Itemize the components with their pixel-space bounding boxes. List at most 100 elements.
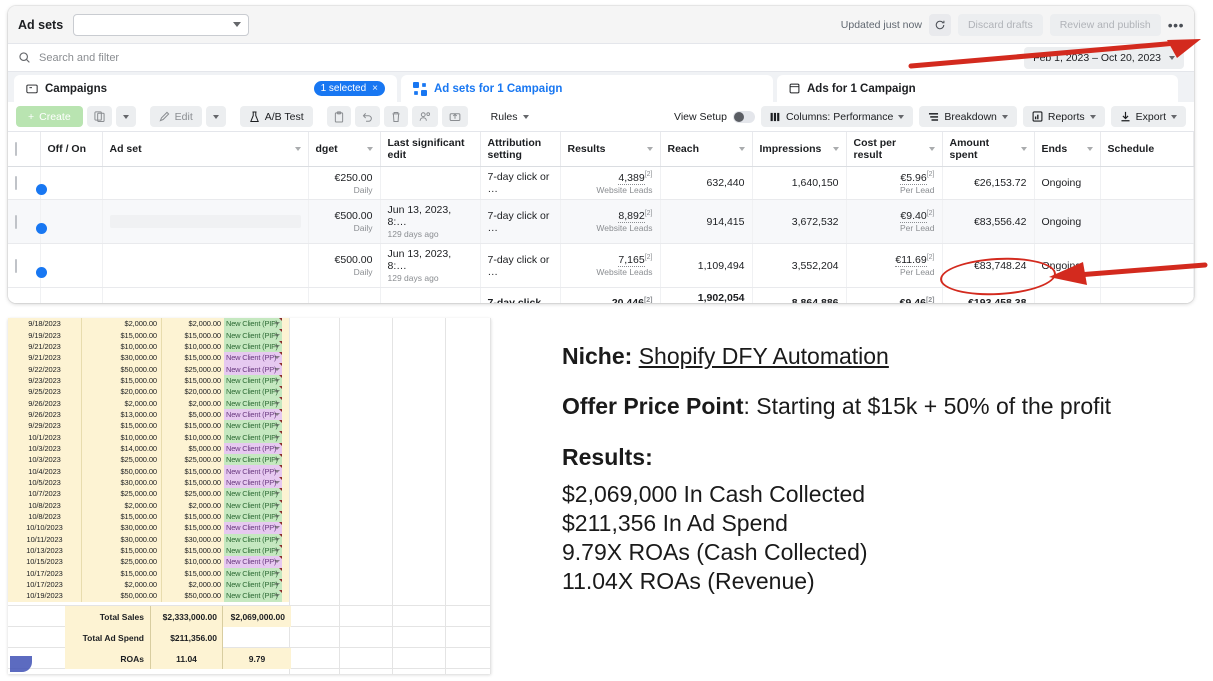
cell-client-type[interactable]: New Client (PP) [224,522,282,534]
row-checkbox[interactable] [15,258,17,273]
spreadsheet-row[interactable]: 10/3/2023 $14,000.00 $5,000.00 New Client (… [8,442,289,455]
copy-button[interactable] [326,106,351,127]
row-checkbox-cell[interactable] [8,166,41,200]
spreadsheet-row[interactable]: 10/15/2023 $25,000.00 $10,000.00 New Client… [8,556,289,568]
tab-ads[interactable]: Ads for 1 Campaign [777,75,1178,102]
row-toggle-cell[interactable] [40,199,103,244]
row-toggle-cell[interactable] [40,166,103,200]
row-toggle-cell[interactable] [40,243,103,288]
spreadsheet-row[interactable]: 10/19/2023 $50,000.00 $50,000.00 New Client… [8,590,289,602]
cell-client-type[interactable]: New Client (PIF) [224,567,282,579]
spreadsheet-row[interactable]: 10/5/2023 $30,000.00 $15,000.00 New Client … [8,476,289,489]
cell-client-type[interactable]: New Client (PIF) [224,454,282,466]
spreadsheet-row[interactable]: 9/25/2023 $20,000.00 $20,000.00 New Client … [8,386,289,398]
refresh-button[interactable] [928,13,951,36]
spreadsheet-row[interactable]: 10/8/2023 $2,000.00 $2,000.00 New Client (P… [8,499,289,511]
col-results[interactable]: Results [560,132,661,167]
export-ads-button[interactable] [441,106,468,127]
cell-client-type[interactable]: New Client (PIF) [224,499,282,511]
undo-button[interactable] [354,106,380,127]
search-input[interactable]: Search and filter [39,52,119,64]
col-cost-per-result[interactable]: Cost per result [846,132,943,167]
spreadsheet-row[interactable]: 9/29/2023 $15,000.00 $15,000.00 New Client … [8,420,289,432]
spreadsheet-row[interactable]: 9/21/2023 $10,000.00 $10,000.00 New Client … [8,340,289,353]
col-impressions[interactable]: Impressions [752,132,847,167]
audience-button[interactable] [411,106,438,127]
spreadsheet-row[interactable]: 9/19/2023 $15,000.00 $15,000.00 New Client … [8,329,289,341]
view-setup-toggle[interactable]: View Setup [674,110,755,123]
spreadsheet-row[interactable]: 9/21/2023 $30,000.00 $15,000.00 New Client … [8,352,289,364]
tab-adsets[interactable]: Ad sets for 1 Campaign [401,75,773,102]
columns-button[interactable]: Columns: Performance [760,106,914,127]
spreadsheet-row[interactable]: 9/26/2023 $2,000.00 $2,000.00 New Client (P… [8,397,289,409]
ab-test-button[interactable]: A/B Test [239,106,313,127]
spreadsheet-row[interactable]: 10/3/2023 $25,000.00 $25,000.00 New Client … [8,454,289,466]
spreadsheet-row[interactable]: 10/17/2023 $2,000.00 $2,000.00 New Client (… [8,578,289,591]
edit-dropdown[interactable] [205,106,226,127]
col-budget[interactable]: dget [308,132,381,167]
row-adset-name[interactable] [102,199,309,244]
select-all-header[interactable] [8,132,41,167]
row-checkbox-cell[interactable] [8,199,41,244]
tab-campaigns[interactable]: Campaigns 1 selected × [14,75,397,102]
cell-client-type[interactable]: New Client (PIF) [224,340,282,353]
spreadsheet-row[interactable]: 10/7/2023 $25,000.00 $25,000.00 New Client … [8,488,289,500]
cell-client-type[interactable]: New Client (PIF) [224,431,282,443]
cell-client-type[interactable]: New Client (PIF) [224,590,282,602]
cell-client-type[interactable]: New Client (PP) [224,408,282,421]
selected-badge[interactable]: 1 selected × [313,81,385,96]
row-checkbox[interactable] [15,214,17,229]
spreadsheet-row[interactable]: 9/26/2023 $13,000.00 $5,000.00 New Client (… [8,408,289,421]
cell-client-type[interactable]: New Client (PIF) [224,544,282,557]
row-checkbox[interactable] [15,176,17,190]
cell-client-type[interactable]: New Client (PP) [224,352,282,364]
cell-client-type[interactable]: New Client (PIF) [224,578,282,591]
spreadsheet-row[interactable]: 10/4/2023 $50,000.00 $15,000.00 New Client … [8,465,289,477]
more-options-icon[interactable]: ••• [1168,18,1184,32]
col-reach[interactable]: Reach [660,132,753,167]
col-ad-set[interactable]: Ad set [102,132,309,167]
cell-client-type[interactable]: New Client (PIF) [224,386,282,398]
table-row[interactable]: €250.00 Daily 7-day click or … 4,389[2] We… [8,166,1194,200]
select-all-checkbox[interactable] [15,142,17,156]
cell-client-type[interactable]: New Client (PP) [224,363,282,375]
spreadsheet-row[interactable]: 10/8/2023 $15,000.00 $15,000.00 New Client … [8,510,289,523]
cell-client-type[interactable]: New Client (PIF) [224,420,282,432]
campaign-select[interactable] [73,13,250,36]
close-icon[interactable]: × [372,83,378,94]
cell-client-type[interactable]: New Client (PIF) [224,397,282,409]
table-row[interactable]: €500.00 Daily Jun 13, 2023, 8:… 129 days a… [8,243,1194,288]
cell-client-type[interactable]: New Client (PIF) [224,488,282,500]
col-ends[interactable]: Ends [1034,132,1101,167]
date-range-picker[interactable]: Feb 1, 2023 – Oct 20, 2023 [1024,46,1184,69]
duplicate-dropdown[interactable] [115,106,136,127]
toggle-switch[interactable] [732,110,755,123]
spreadsheet-row[interactable]: 9/22/2023 $50,000.00 $25,000.00 New Client … [8,363,289,375]
create-button[interactable]: + Create [16,106,83,127]
cell-client-type[interactable]: New Client (PIF) [224,510,282,523]
row-adset-name[interactable] [102,243,309,288]
spreadsheet-row[interactable]: 9/23/2023 $15,000.00 $15,000.00 New Client … [8,374,289,387]
spreadsheet-row[interactable]: 10/13/2023 $15,000.00 $15,000.00 New Client… [8,544,289,557]
edit-button[interactable]: Edit [149,106,202,127]
spreadsheet-row[interactable]: 10/10/2023 $30,000.00 $15,000.00 New Client… [8,522,289,534]
delete-button[interactable] [383,106,408,127]
row-adset-name[interactable] [102,166,309,200]
spreadsheet-row[interactable]: 10/11/2023 $30,000.00 $30,000.00 New Client… [8,533,289,545]
cell-client-type[interactable]: New Client (PP) [224,556,282,568]
row-checkbox-cell[interactable] [8,243,41,288]
spreadsheet-row[interactable]: 10/1/2023 $10,000.00 $10,000.00 New Client … [8,431,289,443]
col-amount-spent[interactable]: Amount spent [942,132,1035,167]
cell-client-type[interactable]: New Client (PP) [224,442,282,455]
reports-button[interactable]: Reports [1022,106,1105,127]
cell-client-type[interactable]: New Client (PP) [224,476,282,489]
export-button[interactable]: Export [1110,106,1186,127]
cell-client-type[interactable]: New Client (PIF) [224,318,282,330]
discard-drafts-button[interactable]: Discard drafts [957,13,1043,36]
duplicate-button[interactable] [86,106,112,127]
cell-client-type[interactable]: New Client (PIF) [224,533,282,545]
review-publish-button[interactable]: Review and publish [1049,13,1161,36]
cell-client-type[interactable]: New Client (PIF) [224,374,282,387]
spreadsheet-row[interactable]: 9/18/2023 $2,000.00 $2,000.00 New Client (P… [8,318,289,330]
cell-client-type[interactable]: New Client (PIF) [224,329,282,341]
